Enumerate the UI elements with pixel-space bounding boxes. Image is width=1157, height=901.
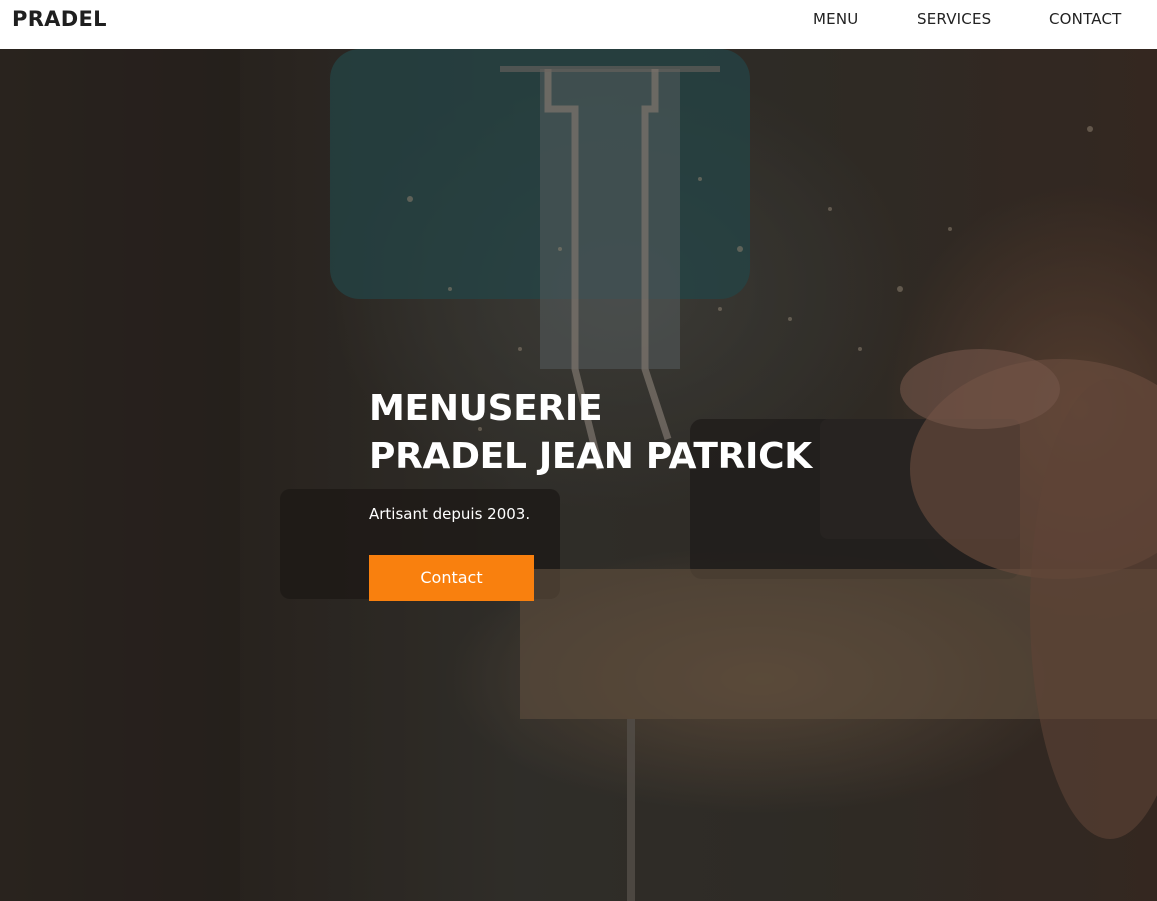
hero-section: MENUSERIE PRADEL JEAN PATRICK Artisant d… xyxy=(0,49,1157,901)
contact-button[interactable]: Contact xyxy=(369,555,534,601)
top-navbar: PRADEL MENU SERVICES CONTACT xyxy=(0,0,1157,49)
brand-logo[interactable]: PRADEL xyxy=(12,7,107,31)
nav-link-menu[interactable]: MENU xyxy=(813,10,858,28)
hero-content: MENUSERIE PRADEL JEAN PATRICK Artisant d… xyxy=(369,385,812,601)
nav-link-services[interactable]: SERVICES xyxy=(917,10,991,28)
hero-title-line-1: MENUSERIE xyxy=(369,388,603,429)
hero-subtitle: Artisant depuis 2003. xyxy=(369,505,531,523)
nav-link-contact[interactable]: CONTACT xyxy=(1049,10,1122,28)
hero-title: MENUSERIE PRADEL JEAN PATRICK xyxy=(369,385,812,481)
hero-title-line-2: PRADEL JEAN PATRICK xyxy=(369,436,812,477)
